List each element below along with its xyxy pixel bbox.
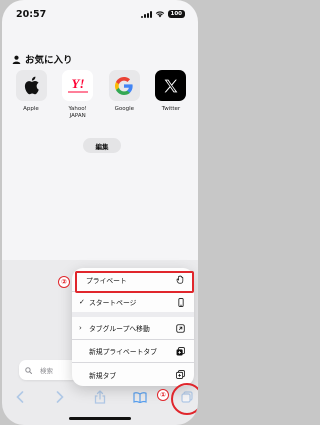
favorite-label: Google	[114, 106, 135, 112]
x-logo-icon	[155, 70, 187, 101]
status-bar: 20:57 100	[2, 0, 198, 30]
private-tab-icon	[176, 346, 185, 356]
checkmark-icon: ✓	[79, 298, 85, 306]
phone-screen: 20:57 100 お気に入り Apple Y! Yahoo! JAPAN Go…	[2, 0, 198, 425]
move-arrow-icon	[176, 323, 185, 333]
favorite-twitter[interactable]: Twitter	[149, 70, 193, 120]
favorite-label: Twitter	[161, 106, 181, 112]
private-highlight-box	[75, 271, 194, 293]
share-icon[interactable]	[93, 390, 107, 404]
menu-item-label: 新規タブ	[89, 371, 117, 380]
svg-text:Y!: Y!	[71, 76, 84, 91]
phone-icon	[176, 297, 185, 307]
apple-logo-icon	[15, 70, 47, 101]
status-icons: 100	[140, 10, 185, 18]
yahoo-japan-logo-icon: Y!	[62, 70, 94, 101]
favorites-grid: Apple Y! Yahoo! JAPAN Google Twitter	[9, 70, 193, 120]
edit-button[interactable]: 編集	[83, 138, 121, 153]
home-indicator	[69, 417, 131, 420]
menu-item-label: スタートページ	[89, 299, 137, 307]
favorite-yahoo-japan[interactable]: Y! Yahoo! JAPAN	[56, 70, 100, 120]
favorite-apple[interactable]: Apple	[9, 70, 53, 120]
person-icon	[12, 55, 21, 64]
chevron-right-icon: ›	[79, 324, 82, 332]
menu-item-new-private-tab[interactable]: 新規プライベートタブ	[72, 340, 194, 362]
favorite-label: Apple	[23, 106, 39, 112]
menu-item-move-to-tab-group[interactable]: › タブグループへ移動	[72, 317, 194, 339]
search-placeholder: 検索	[40, 367, 53, 375]
google-logo-icon	[108, 70, 140, 101]
menu-item-start-page[interactable]: ✓ スタートページ	[72, 292, 194, 312]
battery-icon: 100	[167, 10, 185, 18]
menu-item-label: 新規プライベートタブ	[89, 348, 157, 356]
menu-item-label: タブグループへ移動	[89, 325, 150, 333]
favorites-title: お気に入り	[25, 55, 73, 66]
status-time: 20:57	[16, 9, 47, 20]
favorite-google[interactable]: Google	[102, 70, 146, 120]
search-icon	[25, 366, 32, 374]
tabs-button-highlight	[171, 383, 198, 415]
menu-item-new-tab[interactable]: 新規タブ	[72, 363, 194, 386]
step-1-badge: ①	[157, 389, 169, 401]
step-2-badge: ②	[58, 276, 70, 288]
wifi-icon	[155, 11, 164, 18]
new-tab-icon	[176, 370, 185, 379]
favorite-label: Yahoo! JAPAN	[68, 106, 87, 119]
favorites-header: お気に入り	[12, 52, 73, 66]
forward-icon[interactable]	[53, 390, 67, 404]
back-icon[interactable]	[13, 390, 27, 404]
bookmarks-icon[interactable]	[133, 390, 147, 404]
search-bar[interactable]: 検索	[19, 360, 79, 380]
cellular-signal-icon	[140, 10, 152, 18]
